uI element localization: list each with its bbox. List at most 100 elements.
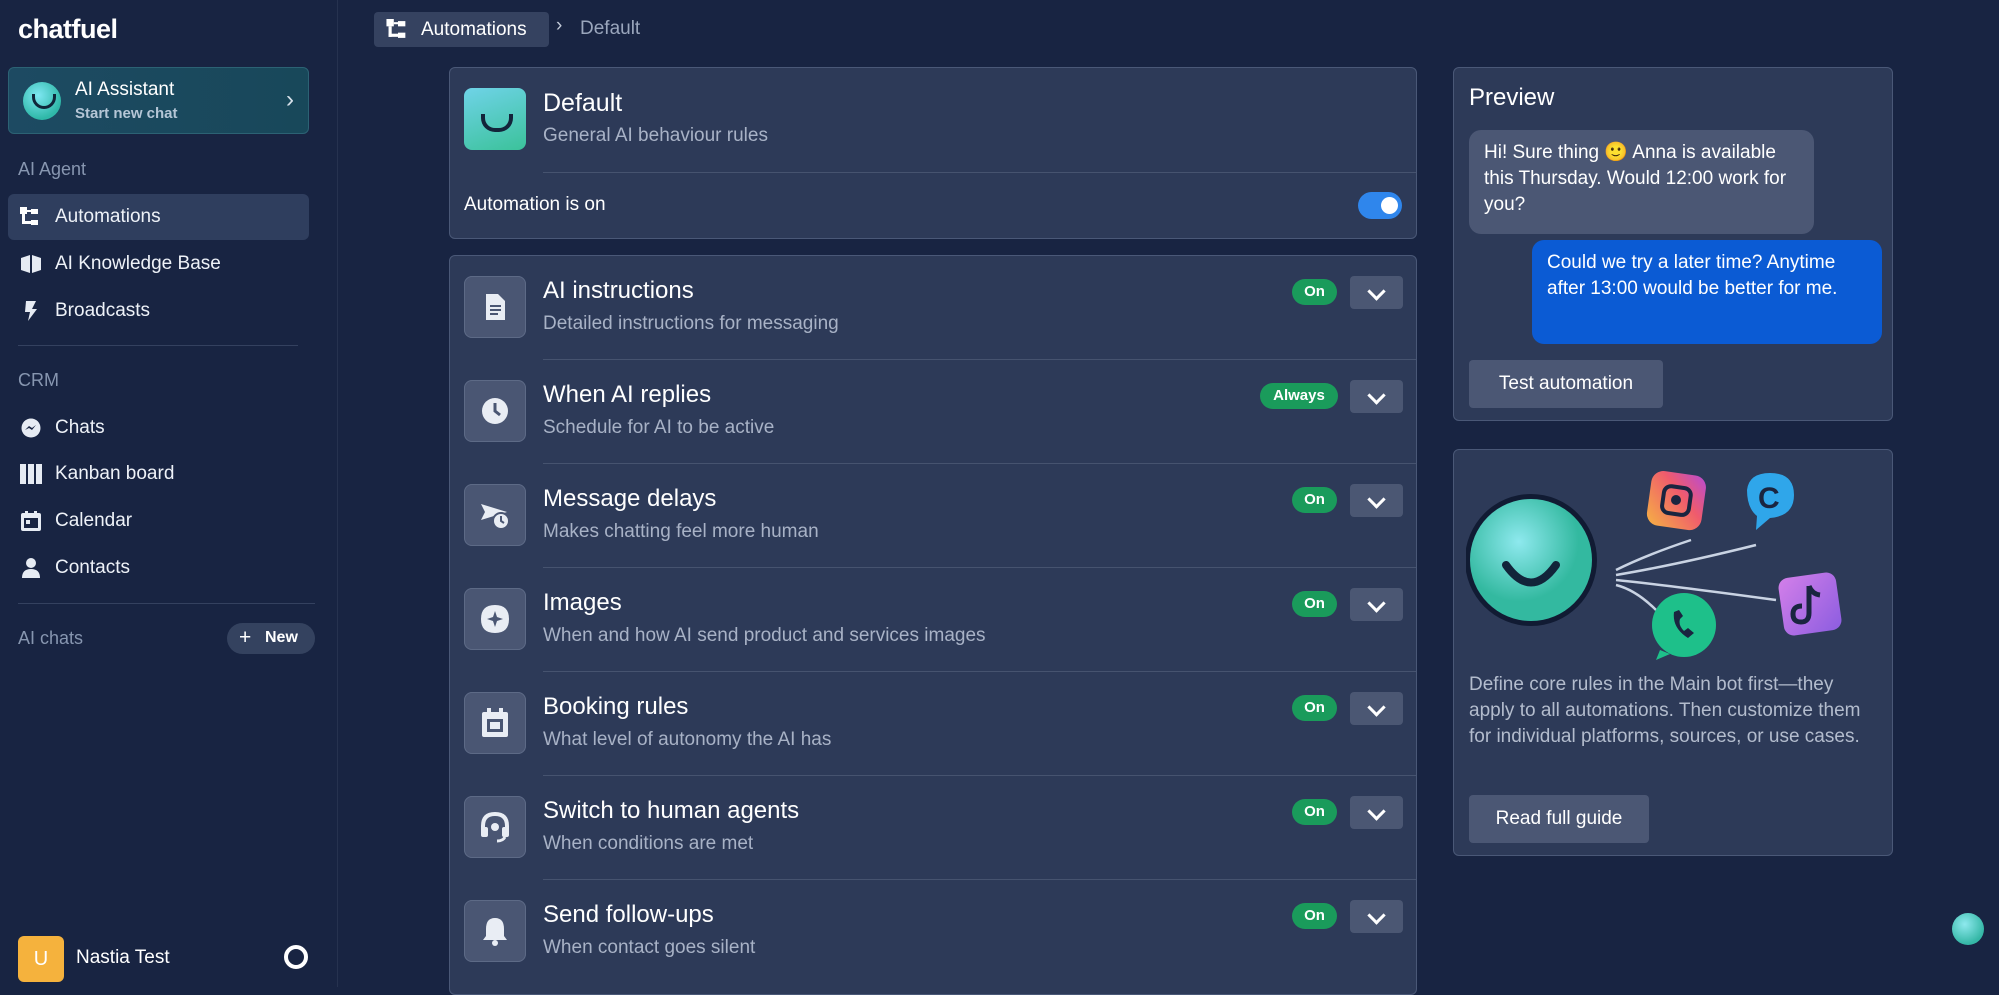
expand-button[interactable] bbox=[1350, 692, 1403, 725]
status-badge: On bbox=[1292, 591, 1337, 617]
support-chat-icon[interactable] bbox=[1952, 913, 1984, 945]
sidebar-item-label: Broadcasts bbox=[55, 300, 151, 321]
sidebar-divider bbox=[18, 603, 315, 604]
guide-panel: C Define core rules in the Main bot firs… bbox=[1453, 449, 1893, 856]
expand-button[interactable] bbox=[1350, 588, 1403, 621]
rule-subtitle: What level of autonomy the AI has bbox=[543, 729, 832, 750]
rule-title: Booking rules bbox=[543, 693, 689, 720]
ai-chats-label: AI chats bbox=[18, 628, 84, 648]
expand-button[interactable] bbox=[1350, 900, 1403, 933]
status-ring-icon[interactable] bbox=[284, 945, 308, 969]
section-label-crm: CRM bbox=[18, 370, 59, 390]
status-badge: On bbox=[1292, 487, 1337, 513]
rule-title: Message delays bbox=[543, 485, 717, 512]
sidebar-item-label: Contacts bbox=[55, 557, 130, 578]
expand-button[interactable] bbox=[1350, 276, 1403, 309]
rule-row-message-delays[interactable]: Message delays Makes chatting feel more … bbox=[450, 464, 1416, 568]
calendar-icon bbox=[464, 692, 526, 754]
preview-panel: Preview Hi! Sure thing 🙂 Anna is availab… bbox=[1453, 67, 1893, 421]
document-icon bbox=[464, 276, 526, 338]
automations-icon bbox=[386, 19, 406, 38]
sidebar-item-contacts[interactable]: Contacts bbox=[8, 545, 309, 591]
rule-title: Switch to human agents bbox=[543, 797, 800, 824]
status-badge: On bbox=[1292, 799, 1337, 825]
default-bot-icon bbox=[464, 88, 526, 150]
expand-button[interactable] bbox=[1350, 796, 1403, 829]
divider bbox=[543, 172, 1416, 173]
rule-title: Images bbox=[543, 589, 622, 616]
kanban-icon bbox=[20, 464, 42, 484]
rule-title: AI instructions bbox=[543, 277, 694, 304]
knowledge-base-icon bbox=[21, 255, 41, 273]
rule-subtitle: When conditions are met bbox=[543, 833, 754, 854]
sidebar-item-broadcasts[interactable]: Broadcasts bbox=[8, 288, 309, 334]
chevron-right-icon: › bbox=[286, 86, 294, 113]
user-avatar[interactable]: U bbox=[18, 936, 64, 982]
sidebar-item-automations[interactable]: Automations bbox=[8, 194, 309, 240]
page-subtitle: General AI behaviour rules bbox=[543, 125, 768, 146]
delay-icon bbox=[464, 484, 526, 546]
sidebar: chatfuel AI Assistant Start new chat › A… bbox=[0, 0, 338, 987]
broadcast-icon bbox=[25, 301, 37, 321]
messenger-icon bbox=[21, 418, 41, 438]
rule-subtitle: When contact goes silent bbox=[543, 937, 756, 958]
sidebar-item-kanban[interactable]: Kanban board bbox=[8, 451, 309, 497]
sidebar-item-label: Chats bbox=[55, 417, 105, 438]
clock-icon bbox=[464, 380, 526, 442]
plus-icon: + bbox=[239, 626, 252, 649]
rule-title: When AI replies bbox=[543, 381, 712, 408]
page-title[interactable]: Default bbox=[543, 89, 622, 118]
automation-toggle[interactable] bbox=[1358, 192, 1402, 219]
sidebar-item-label: Kanban board bbox=[55, 463, 175, 484]
image-sparkle-icon bbox=[464, 588, 526, 650]
status-badge: On bbox=[1292, 903, 1337, 929]
user-name[interactable]: Nastia Test bbox=[76, 947, 170, 969]
rule-row-follow-ups[interactable]: Send follow-ups When contact goes silent… bbox=[450, 880, 1416, 984]
headset-icon bbox=[464, 796, 526, 858]
test-automation-button[interactable]: Test automation bbox=[1469, 360, 1663, 408]
ai-assistant-subtitle: Start new chat bbox=[75, 105, 178, 122]
rule-subtitle: Detailed instructions for messaging bbox=[543, 313, 839, 334]
sidebar-item-knowledge-base[interactable]: AI Knowledge Base bbox=[8, 241, 309, 287]
preview-title: Preview bbox=[1469, 84, 1555, 111]
breadcrumb-current: Default bbox=[580, 18, 641, 39]
chatfuel-logo[interactable]: chatfuel bbox=[18, 14, 118, 45]
rule-subtitle: When and how AI send product and service… bbox=[543, 625, 986, 646]
ai-assistant-avatar-icon bbox=[23, 82, 61, 120]
default-automation-card: Default General AI behaviour rules Autom… bbox=[449, 67, 1417, 239]
automations-icon bbox=[20, 207, 38, 225]
incoming-message: Hi! Sure thing 🙂 Anna is available this … bbox=[1469, 130, 1814, 234]
calendar-icon bbox=[21, 511, 41, 531]
read-guide-button[interactable]: Read full guide bbox=[1469, 795, 1649, 843]
ai-assistant-title: AI Assistant bbox=[75, 79, 175, 100]
breadcrumb-automations[interactable]: Automations bbox=[374, 12, 549, 47]
rule-row-when-ai-replies[interactable]: When AI replies Schedule for AI to be ac… bbox=[450, 360, 1416, 464]
sidebar-item-chats[interactable]: Chats bbox=[8, 405, 309, 451]
ai-assistant-card[interactable]: AI Assistant Start new chat › bbox=[8, 67, 309, 134]
sidebar-item-calendar[interactable]: Calendar bbox=[8, 498, 309, 544]
sidebar-item-label: AI Knowledge Base bbox=[55, 253, 221, 274]
automation-status-label: Automation is on bbox=[464, 194, 606, 215]
sidebar-item-label: Calendar bbox=[55, 510, 133, 531]
rule-row-human-agents[interactable]: Switch to human agents When conditions a… bbox=[450, 776, 1416, 880]
rule-row-ai-instructions[interactable]: AI instructions Detailed instructions fo… bbox=[450, 256, 1416, 360]
expand-button[interactable] bbox=[1350, 380, 1403, 413]
new-ai-chat-label: New bbox=[265, 629, 298, 646]
rule-subtitle: Schedule for AI to be active bbox=[543, 417, 775, 438]
outgoing-message: Could we try a later time? Anytime after… bbox=[1532, 240, 1882, 344]
sidebar-item-label: Automations bbox=[55, 206, 161, 227]
bell-icon bbox=[464, 900, 526, 962]
rule-row-images[interactable]: Images When and how AI send product and … bbox=[450, 568, 1416, 672]
breadcrumb-root-label: Automations bbox=[421, 19, 527, 40]
platforms-illustration: C bbox=[1466, 471, 1842, 660]
expand-button[interactable] bbox=[1350, 484, 1403, 517]
rules-list: AI instructions Detailed instructions fo… bbox=[449, 255, 1417, 995]
new-ai-chat-button[interactable]: + New bbox=[227, 623, 315, 654]
sidebar-divider bbox=[18, 345, 298, 346]
rule-title: Send follow-ups bbox=[543, 901, 714, 928]
status-badge: On bbox=[1292, 695, 1337, 721]
status-badge: On bbox=[1292, 279, 1337, 305]
rule-row-booking-rules[interactable]: Booking rules What level of autonomy the… bbox=[450, 672, 1416, 776]
svg-text:C: C bbox=[1758, 482, 1780, 515]
guide-description: Define core rules in the Main bot first—… bbox=[1469, 674, 1861, 747]
